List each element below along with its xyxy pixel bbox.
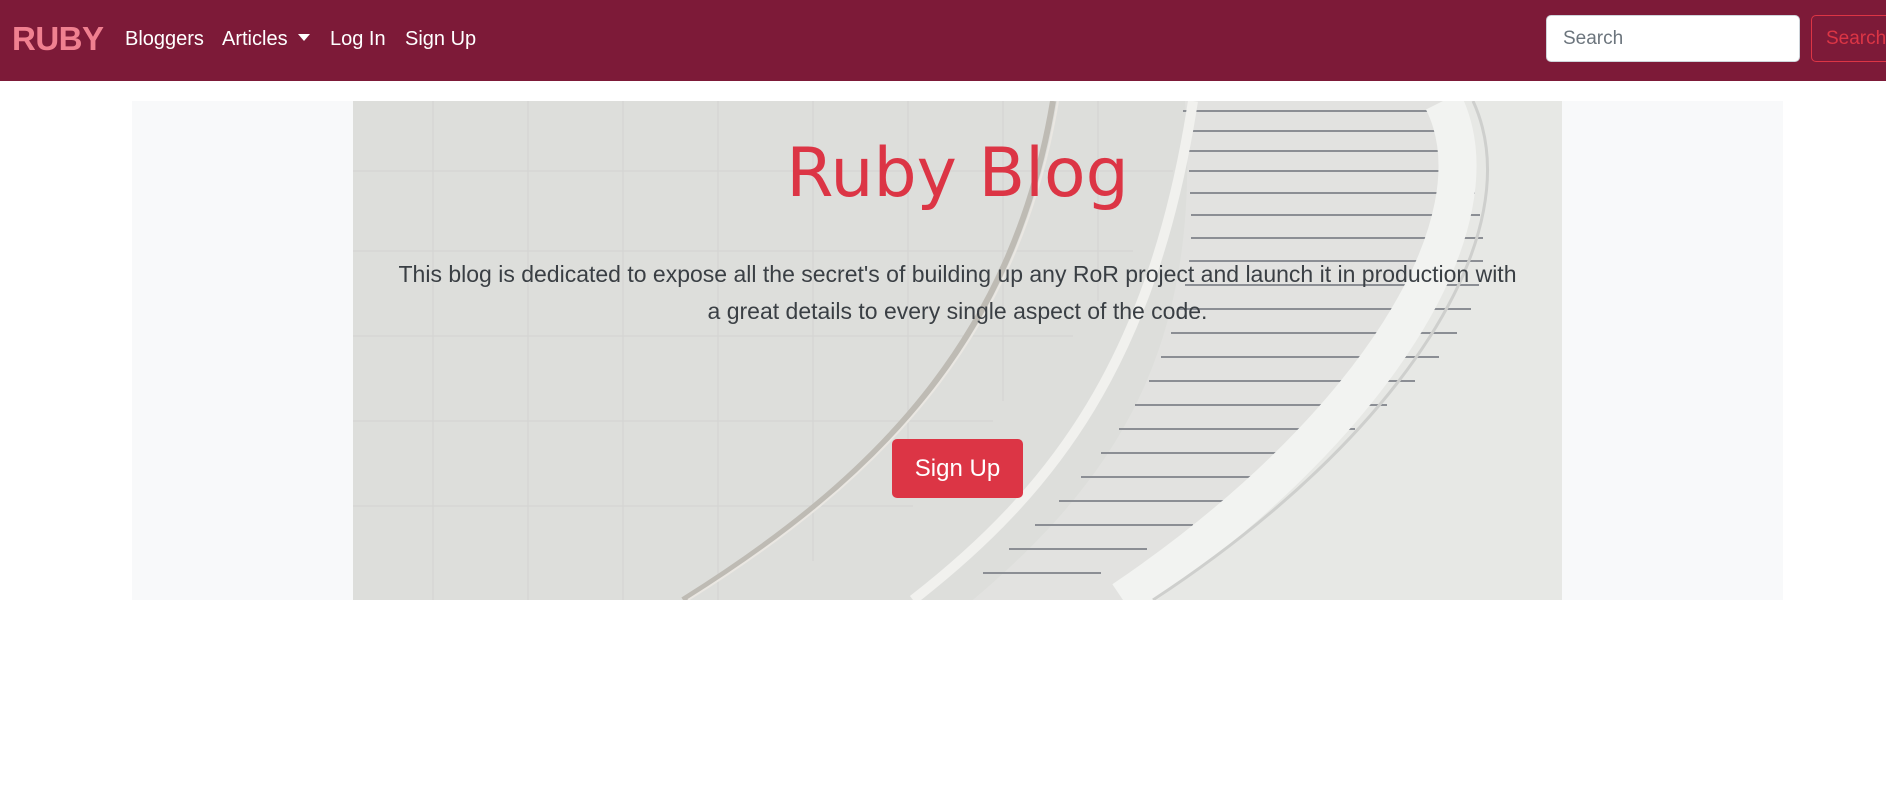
brand-logo[interactable]: RUBY	[12, 20, 104, 58]
nav-link-login[interactable]: Log In	[330, 28, 386, 51]
hero-description: This blog is dedicated to expose all the…	[398, 261, 1517, 324]
nav-dropdown-articles[interactable]: Articles	[222, 28, 310, 51]
nav-link-signup[interactable]: Sign Up	[405, 28, 476, 51]
nav-link-bloggers[interactable]: Bloggers	[125, 28, 204, 51]
signup-button[interactable]: Sign Up	[892, 439, 1023, 498]
nav-link-articles-label: Articles	[222, 28, 288, 50]
navbar: RUBY Bloggers Articles Log In Sign Up Se…	[0, 0, 1886, 81]
search-input[interactable]	[1546, 15, 1800, 62]
caret-down-icon	[297, 34, 310, 41]
search-button[interactable]: Search	[1811, 15, 1886, 62]
hero-section: Ruby Blog This blog is dedicated to expo…	[353, 101, 1562, 600]
hero-title: Ruby Blog	[786, 134, 1129, 213]
